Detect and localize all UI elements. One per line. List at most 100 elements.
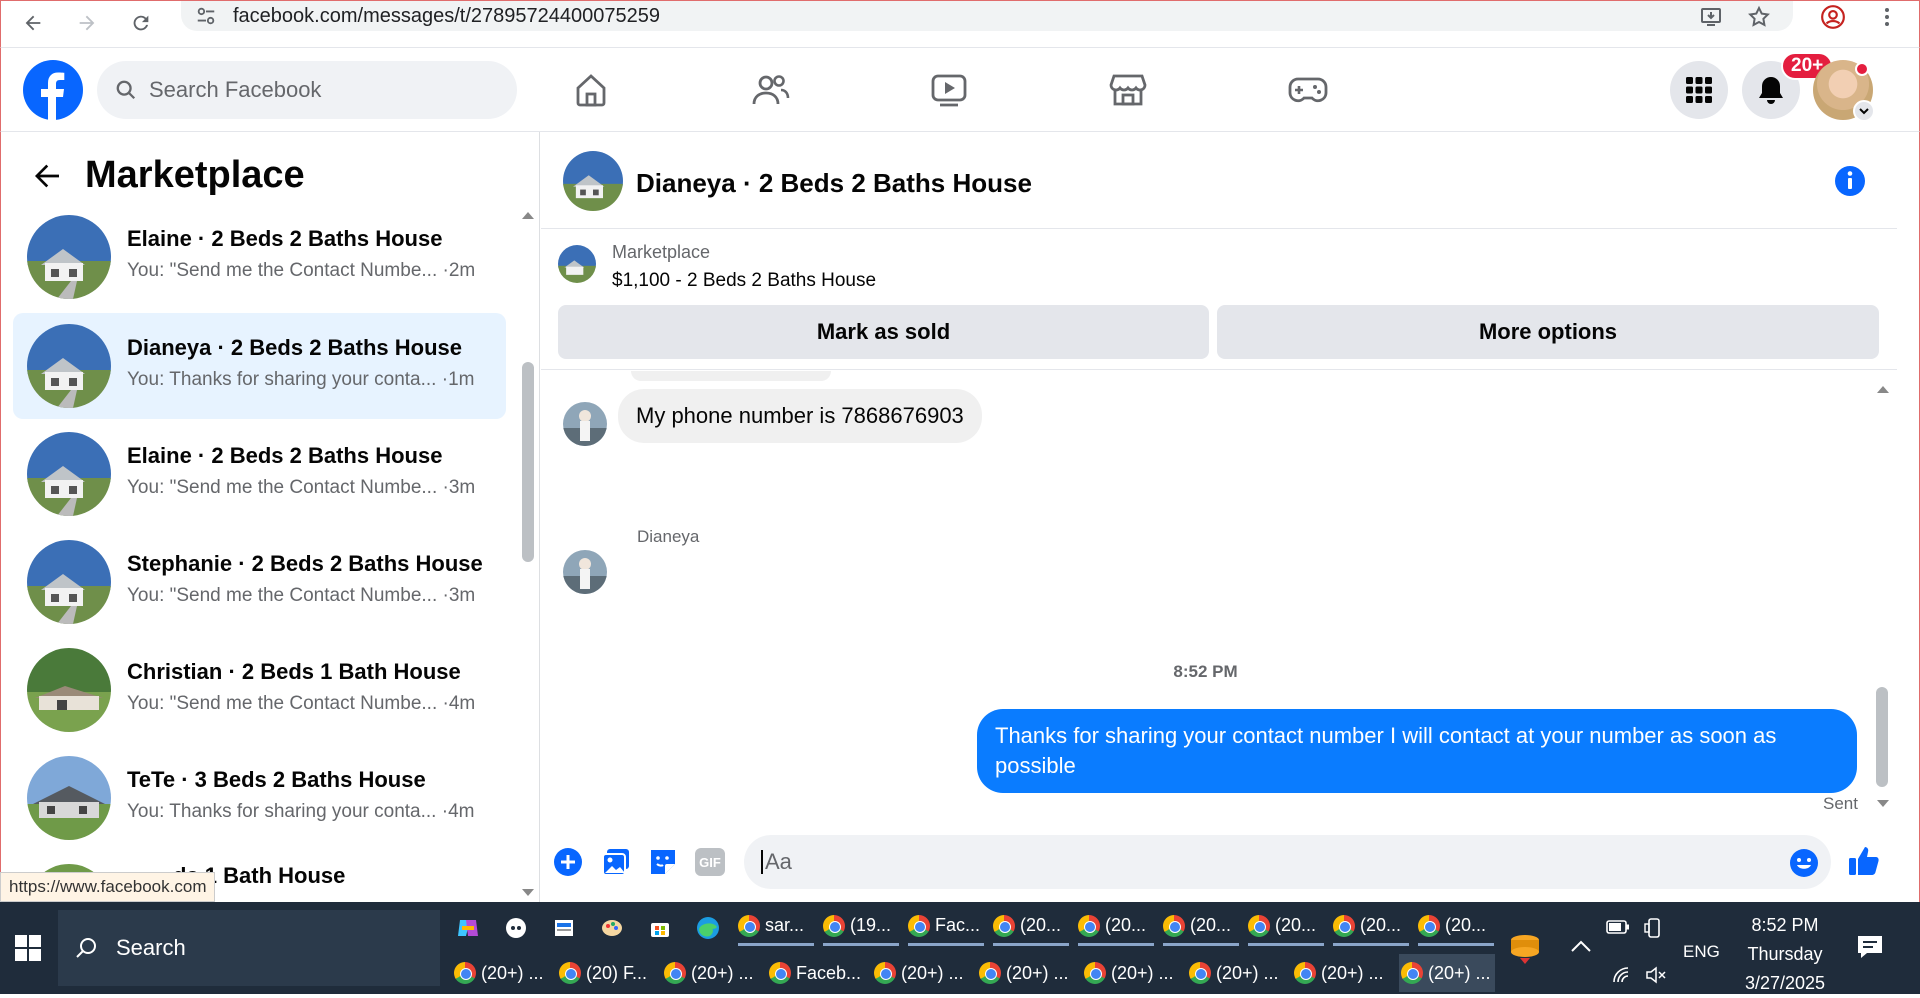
taskbar-chrome-window[interactable]: (19... [823,908,899,946]
search-icon [115,79,137,101]
coins-widget-icon[interactable] [1508,930,1542,966]
listing-source: Marketplace [612,242,711,262]
video-icon[interactable] [925,66,973,114]
scroll-up-arrow-icon[interactable] [521,210,535,220]
conversation-preview: You: Thanks for sharing your conta... ·4… [127,801,475,822]
friends-icon[interactable] [747,66,795,114]
info-icon[interactable] [1834,165,1866,197]
taskbar-chrome-window[interactable]: (20... [993,908,1069,946]
conversation-item[interactable]: Elaine · 2 Beds 2 Baths House You: "Send… [13,421,506,527]
message-input[interactable]: Aa [744,835,1831,889]
outgoing-message-bubble[interactable]: Thanks for sharing your contact number I… [977,709,1857,793]
home-icon[interactable] [567,66,615,114]
taskbar-chrome-window[interactable]: (20+) ... [664,954,764,992]
sticker-icon[interactable] [648,847,678,877]
search-placeholder: Search Facebook [149,77,322,102]
plus-circle-icon[interactable] [553,847,583,877]
taskbar-chrome-window[interactable]: sar... [738,908,814,946]
conversation-preview: You: Thanks for sharing your conta... ·1… [127,369,475,390]
back-arrow-icon[interactable] [17,7,49,39]
volume-muted-icon[interactable] [1645,966,1667,984]
chat-header: Dianeya · 2 Beds 2 Baths House [541,132,1897,229]
conversation-name: Stephanie · 2 Beds 2 Baths House [127,551,483,576]
taskbar-chrome-window[interactable]: (20+) ... [1189,954,1289,992]
taskbar-chrome-window[interactable]: (20+) ... [979,954,1079,992]
chat-scrollbar[interactable] [1876,687,1888,787]
incoming-message-bubble[interactable]: My phone number is 7868676903 [618,389,982,443]
taskbar-chrome-window[interactable]: (20... [1248,908,1324,946]
taskbar-chrome-window[interactable]: (20+) ... [1084,954,1184,992]
chevron-down-icon[interactable] [1853,100,1875,122]
sender-avatar[interactable] [563,402,607,446]
facebook-logo-icon[interactable] [23,60,83,120]
conversation-item-active[interactable]: Dianeya · 2 Beds 2 Baths House You: Than… [13,313,506,419]
taskbar-chrome-window[interactable]: (20) F... [559,954,659,992]
address-bar[interactable]: facebook.com/messages/t/2789572440007525… [181,1,1793,31]
install-app-icon[interactable] [1695,1,1727,33]
scroll-down-arrow-icon[interactable] [521,888,535,898]
profile-icon[interactable] [1817,1,1849,33]
conversation-preview: You: "Send me the Contact Numbe... ·4m [127,693,476,714]
battery-icon[interactable] [1606,918,1630,936]
conversation-item[interactable]: Christian · 2 Beds 1 Bath House You: "Se… [13,637,506,743]
language-indicator[interactable]: ENG [1683,942,1720,962]
wifi-icon[interactable] [1612,966,1634,984]
previous-message-bubble [631,371,831,381]
more-options-button[interactable]: More options [1217,305,1879,359]
taskbar-chrome-window[interactable]: (20... [1418,908,1494,946]
menu-grid-icon[interactable] [1670,61,1728,119]
windows-start-icon[interactable] [0,902,56,994]
browser-toolbar: facebook.com/messages/t/2789572440007525… [0,0,1920,48]
notification-center-icon[interactable] [1855,932,1885,962]
system-clock[interactable]: 8:52 PM Thursday 3/27/2025 [1725,902,1845,994]
taskbar-chrome-window-active[interactable]: (20+) ... [1399,954,1495,992]
bookmark-star-icon[interactable] [1743,1,1775,33]
listing-mini-thumbnail [558,245,596,283]
chevron-up-icon[interactable] [1570,938,1592,954]
facebook-search-box[interactable]: Search Facebook [97,61,517,119]
emoji-icon[interactable] [1789,848,1819,878]
taskbar-search[interactable]: Search [58,910,440,986]
taskbar-chrome-window[interactable]: Fac... [908,908,984,946]
gaming-icon[interactable] [1284,66,1332,114]
thumbs-up-icon[interactable] [1847,844,1881,878]
conversation-item[interactable]: Elaine · 2 Beds 2 Baths House You: "Send… [13,204,506,310]
back-arrow-icon[interactable] [31,160,63,192]
listing-title[interactable]: $1,100 - 2 Beds 2 Baths House [612,270,876,292]
url-text[interactable]: facebook.com/messages/t/2789572440007525… [233,5,660,28]
taskbar-chrome-window[interactable]: (20+) ... [1294,954,1394,992]
scroll-up-arrow-icon[interactable] [1876,384,1890,394]
windows-taskbar: Search sar... (19... Fac... (20... (20..… [0,902,1920,994]
taskbar-chrome-window[interactable]: (20... [1333,908,1409,946]
news-icon[interactable] [548,912,580,944]
taskbar-chrome-window[interactable]: Faceb... [769,954,869,992]
mark-as-sold-button[interactable]: Mark as sold [558,305,1209,359]
browser-menu-icon[interactable] [1871,1,1903,33]
taskbar-chrome-window[interactable]: (20... [1163,908,1239,946]
taskbar-chrome-window[interactable]: (20+) ... [454,954,554,992]
copilot-icon[interactable] [452,912,484,944]
photo-icon[interactable] [601,847,631,877]
edge-icon[interactable] [692,912,724,944]
paint-icon[interactable] [596,912,628,944]
store-icon[interactable] [644,912,676,944]
conversation-name: Christian · 2 Beds 1 Bath House [127,659,461,684]
chat-title[interactable]: Dianeya · 2 Beds 2 Baths House [636,168,1032,199]
chat-listing-avatar[interactable] [563,151,623,211]
site-settings-icon[interactable] [195,5,217,27]
reload-icon[interactable] [125,7,157,39]
marketplace-icon[interactable] [1104,66,1152,114]
listing-thumbnail [27,215,111,299]
gif-button[interactable]: GIF [695,848,725,876]
forward-arrow-icon[interactable] [71,7,103,39]
sender-avatar[interactable] [563,550,607,594]
conversation-item[interactable]: Stephanie · 2 Beds 2 Baths House You: "S… [13,529,506,635]
phone-link-icon[interactable] [1644,918,1664,938]
scroll-down-arrow-icon[interactable] [1876,799,1890,809]
app-icon[interactable] [500,912,532,944]
taskbar-chrome-window[interactable]: (20... [1078,908,1154,946]
conversation-preview: You: "Send me the Contact Numbe... ·2m [127,260,476,281]
conversation-item[interactable]: TeTe · 3 Beds 2 Baths House You: Thanks … [13,745,506,851]
taskbar-chrome-window[interactable]: (20+) ... [874,954,974,992]
sidebar-scrollbar[interactable] [522,362,534,562]
